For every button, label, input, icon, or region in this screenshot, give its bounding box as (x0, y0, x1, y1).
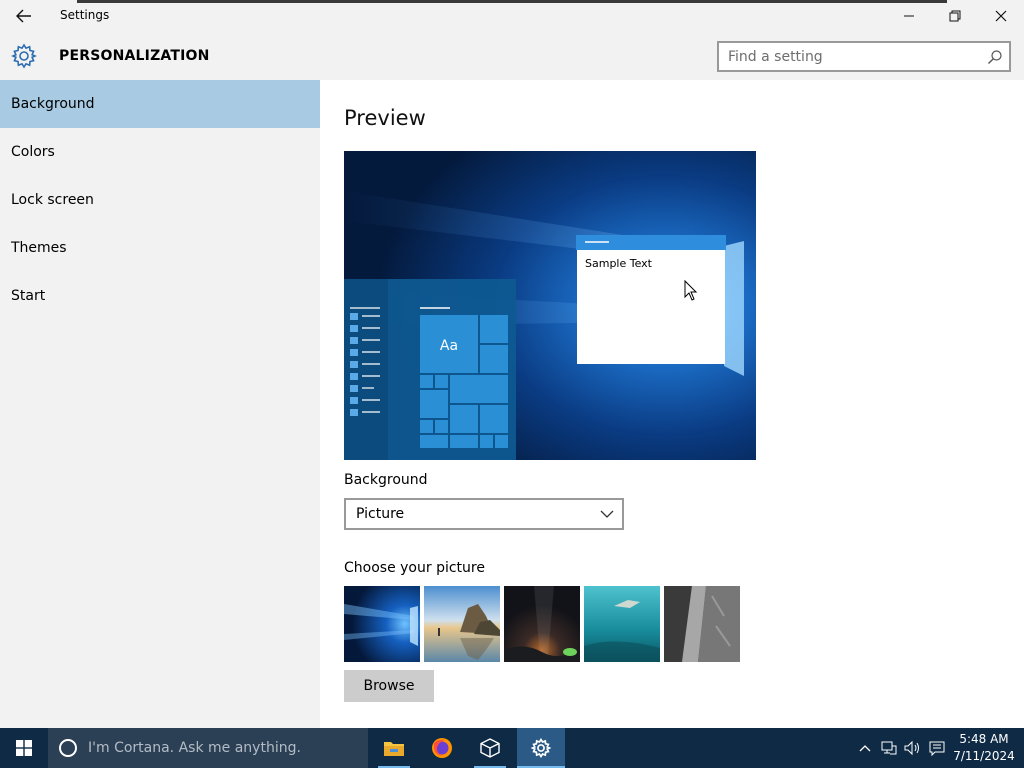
taskbar-settings[interactable] (517, 728, 565, 768)
background-dropdown-value: Picture (356, 506, 405, 522)
sidebar-item-background[interactable]: Background (0, 80, 320, 128)
gear-icon (11, 43, 37, 69)
settings-icon (531, 738, 551, 758)
cortana-placeholder: I'm Cortana. Ask me anything. (88, 740, 301, 756)
close-icon (995, 10, 1007, 22)
background-preview: Aa Sample Text (344, 151, 756, 460)
minimize-button[interactable] (886, 0, 932, 32)
network-tray-button[interactable] (877, 728, 901, 768)
show-hidden-icons-button[interactable] (853, 728, 877, 768)
network-icon (881, 741, 897, 755)
find-setting-input[interactable] (728, 47, 978, 66)
taskbar-file-explorer[interactable] (370, 728, 418, 768)
choose-picture-label: Choose your picture (344, 560, 485, 576)
file-explorer-icon (384, 742, 404, 756)
settings-header: PERSONALIZATION (0, 32, 1024, 80)
volume-icon (904, 740, 919, 756)
preview-tile-text: Aa (440, 338, 458, 354)
picture-thumb-underwater-swimmer[interactable] (584, 586, 660, 662)
action-center-icon (929, 741, 945, 756)
sidebar-item-themes[interactable]: Themes (0, 224, 320, 272)
preview-heading: Preview (344, 106, 426, 130)
sidebar-item-lock-screen[interactable]: Lock screen (0, 176, 320, 224)
background-label: Background (344, 472, 428, 488)
taskbar-firefox[interactable] (418, 728, 466, 768)
preview-wallpaper: Aa Sample Text (344, 151, 756, 460)
picture-thumb-night-sky[interactable] (504, 586, 580, 662)
section-title: PERSONALIZATION (59, 48, 210, 64)
taskbar-clock[interactable]: 5:48 AM 7/11/2024 (950, 731, 1018, 765)
clock-date: 7/11/2024 (953, 749, 1015, 763)
preview-sample-text: Sample Text (585, 257, 653, 270)
restore-button[interactable] (932, 0, 978, 32)
title-bar-top-line (77, 0, 947, 3)
back-button[interactable] (10, 4, 38, 28)
picture-thumb-rock-cliff[interactable] (664, 586, 740, 662)
firefox-icon (432, 738, 452, 758)
restore-icon (949, 10, 961, 22)
title-bar: Settings (0, 0, 1024, 32)
window-title: Settings (60, 8, 110, 22)
virtualbox-icon (480, 738, 500, 758)
chevron-up-icon (859, 745, 871, 752)
browse-button[interactable]: Browse (344, 670, 434, 702)
sidebar-nav: Background Colors Lock screen Themes Sta… (0, 80, 320, 728)
search-icon[interactable] (987, 49, 1003, 65)
start-button[interactable] (0, 728, 48, 768)
taskbar: I'm Cortana. Ask me anything. 5:48 AM 7/… (0, 728, 1024, 768)
chevron-down-icon (600, 510, 614, 518)
back-arrow-icon (16, 9, 31, 23)
picture-thumb-beach-rocks[interactable] (424, 586, 500, 662)
sidebar-item-start[interactable]: Start (0, 272, 320, 320)
volume-tray-button[interactable] (901, 728, 925, 768)
clock-time: 5:48 AM (959, 732, 1009, 746)
cortana-icon (59, 739, 77, 757)
minimize-icon (904, 15, 914, 17)
sidebar-item-colors[interactable]: Colors (0, 128, 320, 176)
picture-thumb-windows-hero[interactable] (344, 586, 420, 662)
main-content: Preview Aa Sample Text Background Pictur… (320, 80, 1024, 728)
windows-logo-icon (16, 740, 32, 756)
taskbar-virtualbox[interactable] (466, 728, 514, 768)
picture-thumbnails (344, 586, 744, 662)
background-dropdown[interactable]: Picture (344, 498, 624, 530)
action-center-button[interactable] (925, 728, 949, 768)
close-button[interactable] (978, 0, 1024, 32)
cortana-search-box[interactable]: I'm Cortana. Ask me anything. (48, 728, 368, 768)
find-setting-search[interactable] (717, 41, 1011, 72)
